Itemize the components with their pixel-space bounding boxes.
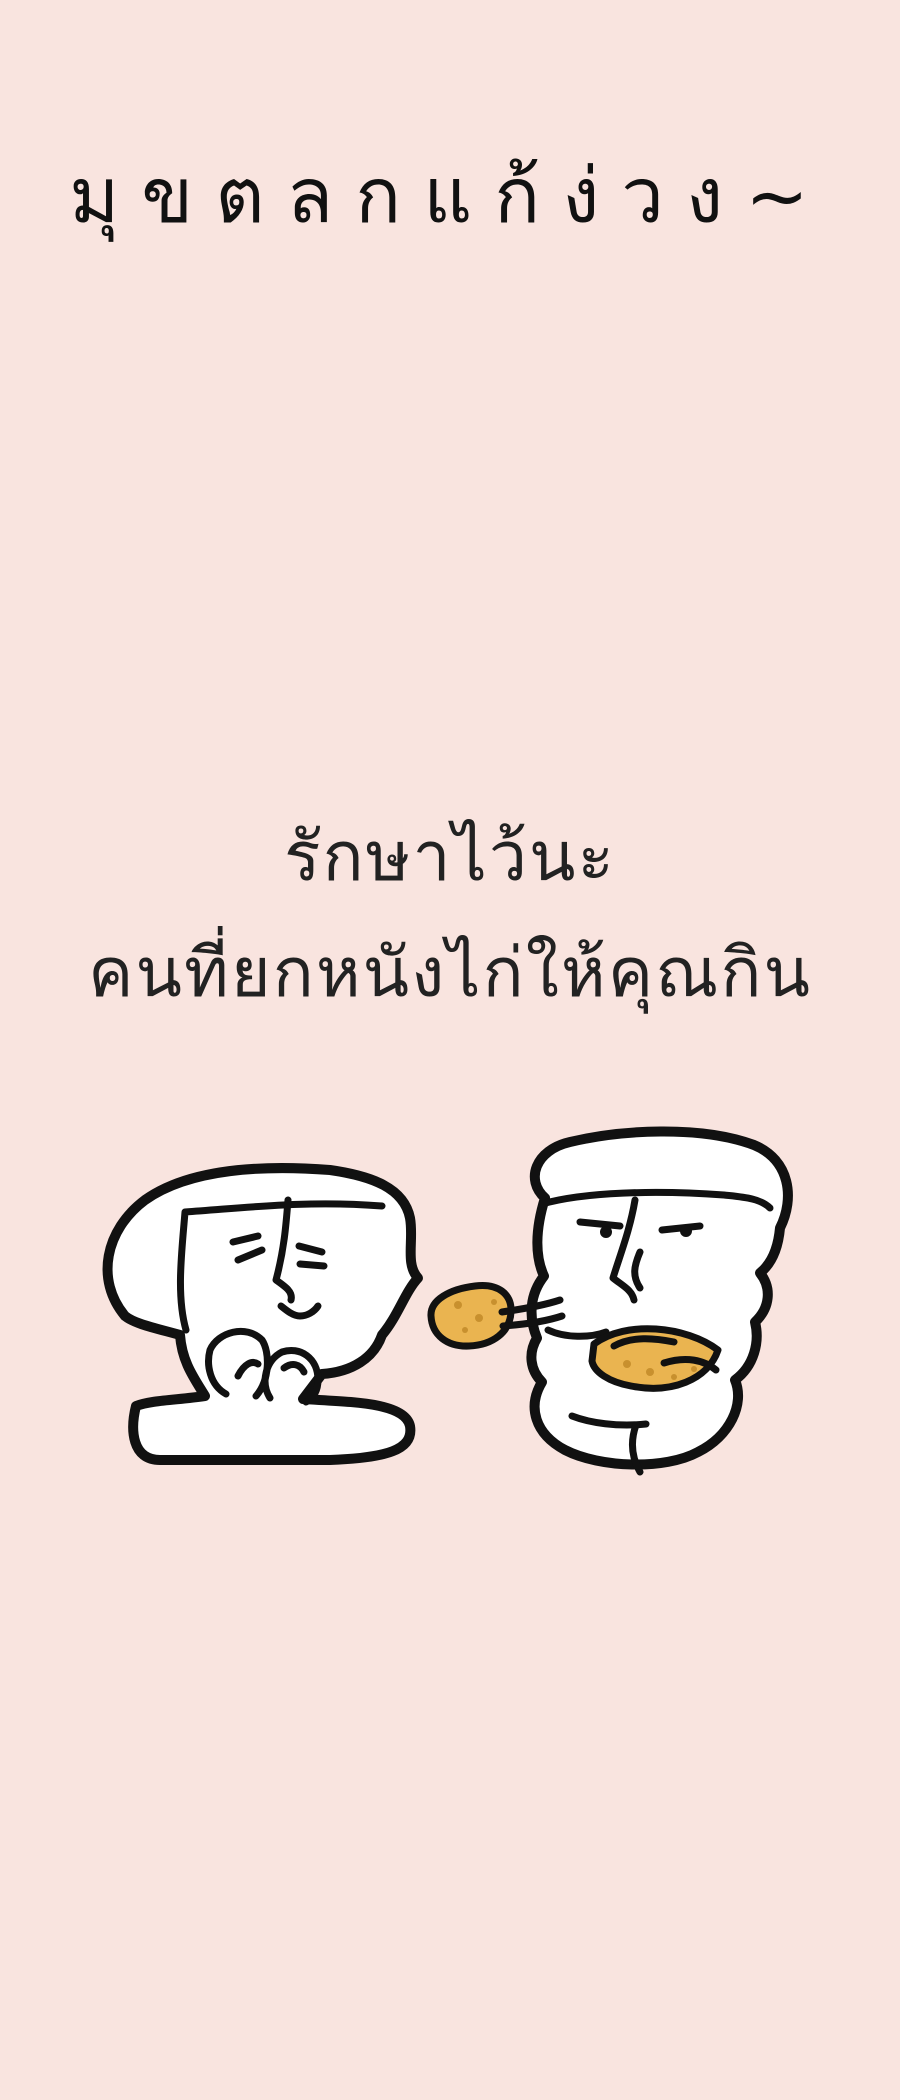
grateful-character [102, 1163, 423, 1465]
cartoon-svg [102, 1126, 793, 1476]
sharing-character [498, 1126, 793, 1476]
quote-line-1: รักษาไว้นะ [283, 818, 617, 897]
chicken-piece-offered [427, 1282, 515, 1350]
quote-line-2: คนที่ยกหนังไก่ให้คุณกิน [88, 934, 812, 1013]
chicken-piece-eating [588, 1325, 722, 1392]
quote-text-block: รักษาไว้นะ คนที่ยกหนังไก่ให้คุณกิน [0, 800, 900, 1032]
meme-page: มุขตลกแก้ง่วง~ รักษาไว้นะ คนที่ยกหนังไก่… [0, 0, 900, 2100]
cartoon-illustration [0, 1080, 900, 1500]
page-title: มุขตลกแก้ง่วง~ [69, 151, 831, 240]
